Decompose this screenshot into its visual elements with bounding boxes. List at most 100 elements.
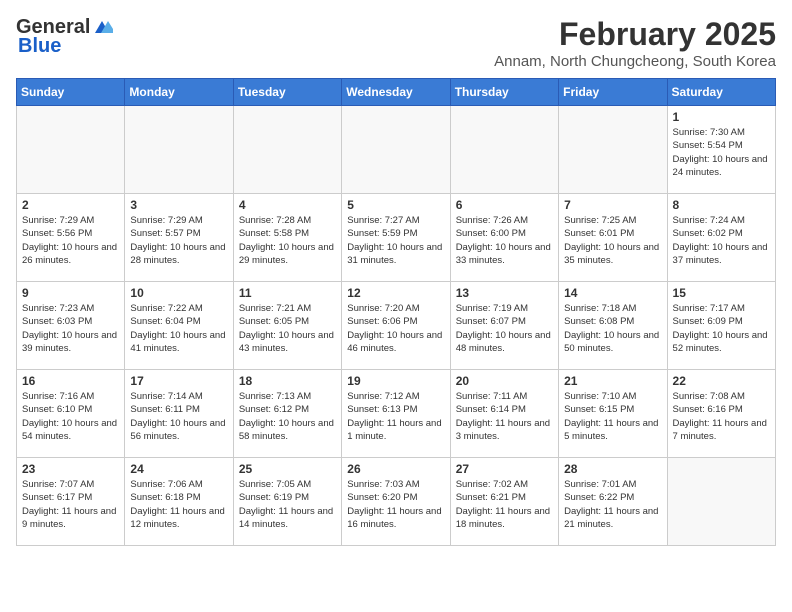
calendar-cell: 22 Sunrise: 7:08 AM Sunset: 6:16 PM Dayli… bbox=[667, 370, 775, 458]
day-info: Sunrise: 7:01 AM Sunset: 6:22 PM Dayligh… bbox=[564, 478, 661, 531]
day-number: 18 bbox=[239, 374, 336, 388]
day-info: Sunrise: 7:06 AM Sunset: 6:18 PM Dayligh… bbox=[130, 478, 227, 531]
weekday-header-friday: Friday bbox=[559, 79, 667, 106]
calendar-cell: 14 Sunrise: 7:18 AM Sunset: 6:08 PM Dayli… bbox=[559, 282, 667, 370]
day-info: Sunrise: 7:05 AM Sunset: 6:19 PM Dayligh… bbox=[239, 478, 336, 531]
day-number: 7 bbox=[564, 198, 661, 212]
calendar-cell bbox=[342, 106, 450, 194]
logo-blue-text: Blue bbox=[18, 35, 61, 58]
day-info: Sunrise: 7:18 AM Sunset: 6:08 PM Dayligh… bbox=[564, 302, 661, 355]
day-number: 17 bbox=[130, 374, 227, 388]
calendar-cell bbox=[559, 106, 667, 194]
calendar-cell: 27Sunrise: 7:02 AM Sunset: 6:21 PM Dayli… bbox=[450, 458, 558, 546]
day-info: Sunrise: 7:29 AM Sunset: 5:57 PM Dayligh… bbox=[130, 214, 227, 267]
calendar-cell: 7 Sunrise: 7:25 AM Sunset: 6:01 PM Daylig… bbox=[559, 194, 667, 282]
day-info: Sunrise: 7:08 AM Sunset: 6:16 PM Dayligh… bbox=[673, 390, 770, 443]
day-info: Sunrise: 7:27 AM Sunset: 5:59 PM Dayligh… bbox=[347, 214, 444, 267]
calendar-cell bbox=[667, 458, 775, 546]
day-number: 4 bbox=[239, 198, 336, 212]
weekday-header-monday: Monday bbox=[125, 79, 233, 106]
logo: General Blue bbox=[16, 16, 114, 58]
location-subtitle: Annam, North Chungcheong, South Korea bbox=[494, 53, 776, 70]
day-info: Sunrise: 7:29 AM Sunset: 5:56 PM Dayligh… bbox=[22, 214, 119, 267]
day-info: Sunrise: 7:16 AM Sunset: 6:10 PM Dayligh… bbox=[22, 390, 119, 443]
day-info: Sunrise: 7:30 AM Sunset: 5:54 PM Dayligh… bbox=[673, 126, 770, 179]
calendar-cell: 23Sunrise: 7:07 AM Sunset: 6:17 PM Dayli… bbox=[17, 458, 125, 546]
calendar-cell: 2 Sunrise: 7:29 AM Sunset: 5:56 PM Daylig… bbox=[17, 194, 125, 282]
day-info: Sunrise: 7:02 AM Sunset: 6:21 PM Dayligh… bbox=[456, 478, 553, 531]
day-number: 8 bbox=[673, 198, 770, 212]
calendar-week-row-5: 23Sunrise: 7:07 AM Sunset: 6:17 PM Dayli… bbox=[17, 458, 776, 546]
page-header: General Blue February 2025 Annam, North … bbox=[16, 16, 776, 70]
calendar-cell: 26Sunrise: 7:03 AM Sunset: 6:20 PM Dayli… bbox=[342, 458, 450, 546]
day-info: Sunrise: 7:19 AM Sunset: 6:07 PM Dayligh… bbox=[456, 302, 553, 355]
calendar-cell bbox=[125, 106, 233, 194]
day-info: Sunrise: 7:13 AM Sunset: 6:12 PM Dayligh… bbox=[239, 390, 336, 443]
day-info: Sunrise: 7:12 AM Sunset: 6:13 PM Dayligh… bbox=[347, 390, 444, 443]
calendar-cell bbox=[233, 106, 341, 194]
calendar-cell: 1 Sunrise: 7:30 AM Sunset: 5:54 PM Daylig… bbox=[667, 106, 775, 194]
day-info: Sunrise: 7:28 AM Sunset: 5:58 PM Dayligh… bbox=[239, 214, 336, 267]
calendar-cell: 10Sunrise: 7:22 AM Sunset: 6:04 PM Dayli… bbox=[125, 282, 233, 370]
weekday-header-saturday: Saturday bbox=[667, 79, 775, 106]
day-info: Sunrise: 7:26 AM Sunset: 6:00 PM Dayligh… bbox=[456, 214, 553, 267]
day-number: 15 bbox=[673, 286, 770, 300]
calendar-cell: 24 Sunrise: 7:06 AM Sunset: 6:18 PM Dayli… bbox=[125, 458, 233, 546]
calendar-cell: 17 Sunrise: 7:14 AM Sunset: 6:11 PM Dayli… bbox=[125, 370, 233, 458]
calendar-week-row-4: 16Sunrise: 7:16 AM Sunset: 6:10 PM Dayli… bbox=[17, 370, 776, 458]
day-info: Sunrise: 7:14 AM Sunset: 6:11 PM Dayligh… bbox=[130, 390, 227, 443]
day-number: 11 bbox=[239, 286, 336, 300]
day-info: Sunrise: 7:07 AM Sunset: 6:17 PM Dayligh… bbox=[22, 478, 119, 531]
calendar-cell bbox=[450, 106, 558, 194]
logo-icon bbox=[91, 19, 113, 37]
calendar-cell: 18 Sunrise: 7:13 AM Sunset: 6:12 PM Dayli… bbox=[233, 370, 341, 458]
day-info: Sunrise: 7:20 AM Sunset: 6:06 PM Dayligh… bbox=[347, 302, 444, 355]
calendar-cell: 19 Sunrise: 7:12 AM Sunset: 6:13 PM Dayli… bbox=[342, 370, 450, 458]
calendar-cell: 11Sunrise: 7:21 AM Sunset: 6:05 PM Dayli… bbox=[233, 282, 341, 370]
day-info: Sunrise: 7:03 AM Sunset: 6:20 PM Dayligh… bbox=[347, 478, 444, 531]
day-number: 21 bbox=[564, 374, 661, 388]
day-info: Sunrise: 7:24 AM Sunset: 6:02 PM Dayligh… bbox=[673, 214, 770, 267]
day-number: 25 bbox=[239, 462, 336, 476]
calendar-cell: 25 Sunrise: 7:05 AM Sunset: 6:19 PM Dayli… bbox=[233, 458, 341, 546]
month-year-title: February 2025 bbox=[494, 16, 776, 53]
calendar-cell bbox=[17, 106, 125, 194]
weekday-header-thursday: Thursday bbox=[450, 79, 558, 106]
weekday-header-row: SundayMondayTuesdayWednesdayThursdayFrid… bbox=[17, 79, 776, 106]
day-number: 13 bbox=[456, 286, 553, 300]
calendar-cell: 28 Sunrise: 7:01 AM Sunset: 6:22 PM Dayli… bbox=[559, 458, 667, 546]
day-number: 24 bbox=[130, 462, 227, 476]
calendar-cell: 4 Sunrise: 7:28 AM Sunset: 5:58 PM Daylig… bbox=[233, 194, 341, 282]
calendar-cell: 8 Sunrise: 7:24 AM Sunset: 6:02 PM Daylig… bbox=[667, 194, 775, 282]
day-number: 19 bbox=[347, 374, 444, 388]
day-info: Sunrise: 7:25 AM Sunset: 6:01 PM Dayligh… bbox=[564, 214, 661, 267]
day-info: Sunrise: 7:23 AM Sunset: 6:03 PM Dayligh… bbox=[22, 302, 119, 355]
day-number: 5 bbox=[347, 198, 444, 212]
calendar-cell: 5 Sunrise: 7:27 AM Sunset: 5:59 PM Daylig… bbox=[342, 194, 450, 282]
day-info: Sunrise: 7:22 AM Sunset: 6:04 PM Dayligh… bbox=[130, 302, 227, 355]
day-number: 3 bbox=[130, 198, 227, 212]
day-number: 28 bbox=[564, 462, 661, 476]
day-number: 12 bbox=[347, 286, 444, 300]
weekday-header-wednesday: Wednesday bbox=[342, 79, 450, 106]
calendar-cell: 12 Sunrise: 7:20 AM Sunset: 6:06 PM Dayli… bbox=[342, 282, 450, 370]
day-number: 22 bbox=[673, 374, 770, 388]
calendar-table: SundayMondayTuesdayWednesdayThursdayFrid… bbox=[16, 78, 776, 546]
calendar-week-row-2: 2 Sunrise: 7:29 AM Sunset: 5:56 PM Daylig… bbox=[17, 194, 776, 282]
day-info: Sunrise: 7:11 AM Sunset: 6:14 PM Dayligh… bbox=[456, 390, 553, 443]
day-number: 1 bbox=[673, 110, 770, 124]
day-info: Sunrise: 7:10 AM Sunset: 6:15 PM Dayligh… bbox=[564, 390, 661, 443]
day-number: 6 bbox=[456, 198, 553, 212]
day-number: 2 bbox=[22, 198, 119, 212]
calendar-cell: 21 Sunrise: 7:10 AM Sunset: 6:15 PM Dayli… bbox=[559, 370, 667, 458]
calendar-week-row-1: 1 Sunrise: 7:30 AM Sunset: 5:54 PM Daylig… bbox=[17, 106, 776, 194]
calendar-cell: 6 Sunrise: 7:26 AM Sunset: 6:00 PM Daylig… bbox=[450, 194, 558, 282]
weekday-header-sunday: Sunday bbox=[17, 79, 125, 106]
calendar-week-row-3: 9 Sunrise: 7:23 AM Sunset: 6:03 PM Daylig… bbox=[17, 282, 776, 370]
day-number: 14 bbox=[564, 286, 661, 300]
title-area: February 2025 Annam, North Chungcheong, … bbox=[494, 16, 776, 70]
calendar-cell: 9 Sunrise: 7:23 AM Sunset: 6:03 PM Daylig… bbox=[17, 282, 125, 370]
calendar-cell: 16Sunrise: 7:16 AM Sunset: 6:10 PM Dayli… bbox=[17, 370, 125, 458]
calendar-cell: 3 Sunrise: 7:29 AM Sunset: 5:57 PM Daylig… bbox=[125, 194, 233, 282]
day-number: 9 bbox=[22, 286, 119, 300]
